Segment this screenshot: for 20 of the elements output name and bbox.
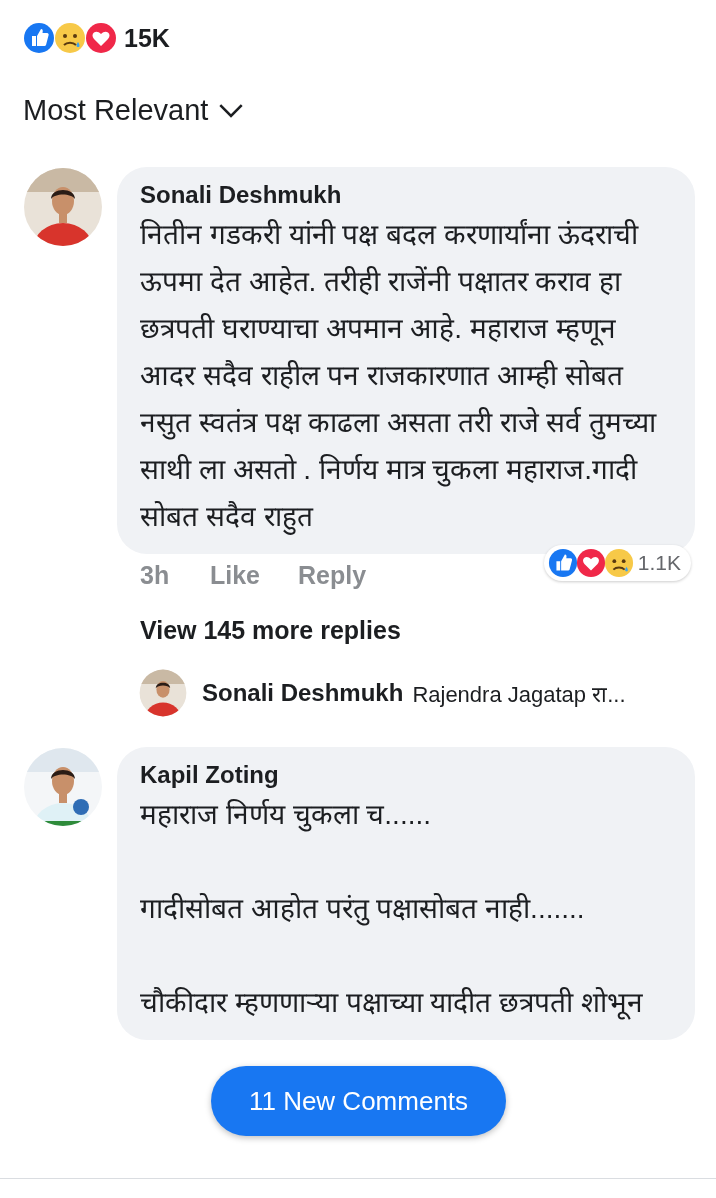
sad-face-icon	[603, 548, 634, 578]
comment-text: गादीसोबत आहोत परंतु पक्षासोबत नाही.......	[140, 892, 586, 928]
view-replies-link[interactable]: View 145 more replies	[140, 616, 401, 645]
sort-dropdown[interactable]: Most Relevant	[23, 94, 245, 127]
comment-author[interactable]: Sonali Deshmukh	[140, 181, 673, 209]
comment-text: चौकीदार म्हणणाऱ्या पक्षाच्या यादीत छत्रपती शोभून	[140, 986, 644, 1022]
comment-text: महाराज निर्णय चुकला च......	[140, 798, 432, 834]
reply-preview: Rajendra Jagatap रा...	[412, 681, 626, 708]
thumbs-up-icon	[23, 22, 55, 54]
reaction-count: 15K	[124, 23, 170, 53]
reaction-count: 1.1K	[637, 551, 681, 575]
comment-author[interactable]: Kapil Zoting	[140, 761, 673, 789]
reply-author[interactable]: Sonali Deshmukh	[202, 679, 404, 707]
chevron-down-icon	[218, 103, 245, 118]
thumbs-up-icon	[547, 548, 578, 578]
reaction-summary[interactable]: 1.1K	[543, 545, 691, 581]
sad-face-icon	[54, 22, 86, 54]
comment-time: 3h	[140, 560, 171, 590]
new-comments-button[interactable]: 11 New Comments	[211, 1066, 506, 1136]
comment-text: नितीन गडकरी यांनी पक्ष बदल करणार्यांना ऊंदराची ऊपमा देत आहेत. तरीही राजेंनी पक्षातर कराव हा छत्रपती घराण्याचा अपमान आहे. महाराज म्हणून आदर सदैव राहील पन राजकारणात आम्ही सोबत नसुत स्वतंत्र पक्ष काढला असता तरी राजे सर्व तुमच्या साथी ला असतो . निर्णय मात्र चुकला महाराज.गादी सोबत सदैव राहुत	[140, 211, 673, 540]
